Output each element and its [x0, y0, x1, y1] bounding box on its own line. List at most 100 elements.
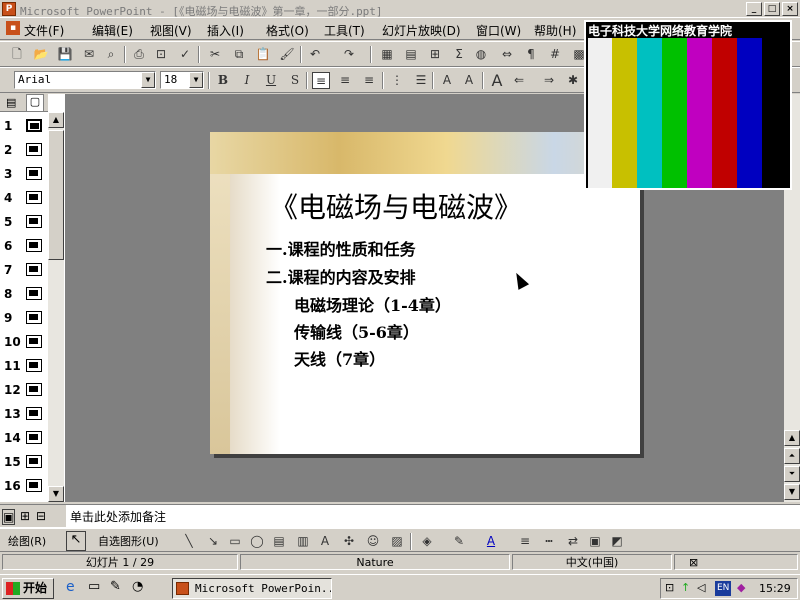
scroll-down-icon[interactable]: ▼ — [48, 486, 64, 502]
oval-icon[interactable]: ◯ — [248, 533, 266, 550]
menu-format[interactable]: 格式(O) — [266, 22, 309, 39]
bullets-icon[interactable]: ☰ — [412, 72, 430, 89]
menu-insert[interactable]: 插入(I) — [207, 22, 244, 39]
sub-bullet-item[interactable]: 传输线（5-6章） — [294, 319, 419, 343]
menu-window[interactable]: 窗口(W) — [476, 22, 521, 39]
slide-thumb-16[interactable]: 16 — [0, 474, 48, 498]
menu-slideshow[interactable]: 幻灯片放映(D) — [382, 22, 461, 39]
table-icon[interactable]: ▤ — [402, 46, 420, 63]
menu-file[interactable]: 文件(F) — [24, 22, 64, 39]
show-formatting-icon[interactable]: ¶ — [522, 46, 540, 63]
menu-view[interactable]: 视图(V) — [150, 22, 192, 39]
diagram-icon[interactable]: ✣ — [340, 533, 358, 550]
spelling-icon[interactable]: ✓ — [176, 46, 194, 63]
slide-thumb-3[interactable]: 3 — [0, 162, 48, 186]
arrow-icon[interactable]: ↘ — [204, 533, 222, 550]
autoshapes-menu[interactable]: 自选图形(U) — [98, 533, 159, 549]
increase-font-icon[interactable]: A — [438, 72, 456, 89]
notes-pane[interactable]: ▣ ⊞ ⊟ 单击此处添加备注 — [0, 504, 800, 528]
dash-style-icon[interactable]: ┅ — [540, 533, 558, 550]
paste-icon[interactable]: 📋 — [254, 46, 272, 63]
wordart-icon[interactable]: A — [316, 533, 334, 550]
menu-edit[interactable]: 编辑(E) — [92, 22, 133, 39]
slide-thumb-4[interactable]: 4 — [0, 186, 48, 210]
maximize-button[interactable]: □ — [764, 2, 780, 16]
font-size-select[interactable]: 18 ▼ — [160, 71, 204, 89]
ime-icon[interactable]: ◆ — [737, 581, 745, 594]
slide-thumb-14[interactable]: 14 — [0, 426, 48, 450]
quick-launch-icon[interactable]: ✎ — [110, 579, 121, 594]
fill-color-icon[interactable]: ◈ — [418, 533, 436, 550]
expand-icon[interactable]: ⇔ — [498, 46, 516, 63]
shadow-button[interactable]: S — [286, 72, 304, 89]
scroll-down-icon[interactable]: ▼ — [784, 484, 800, 500]
scroll-thumb[interactable] — [48, 130, 64, 260]
font-color-icon[interactable]: A — [488, 72, 506, 89]
document-icon[interactable]: ▪ — [6, 21, 20, 35]
promote-icon[interactable]: ⇐ — [510, 72, 528, 89]
email-icon[interactable]: ✉ — [80, 46, 98, 63]
menu-help[interactable]: 帮助(H) — [534, 22, 576, 39]
bullet-item[interactable]: 二.课程的内容及安排 — [266, 264, 416, 288]
sum-icon[interactable]: Σ — [450, 46, 468, 63]
copy-icon[interactable]: ⧉ — [230, 46, 248, 63]
slide-thumb-9[interactable]: 9 — [0, 306, 48, 330]
underline-button[interactable]: U — [262, 72, 280, 89]
outline-scrollbar[interactable]: ▲ ▼ — [48, 112, 64, 502]
media-icon[interactable]: ◔ — [132, 579, 143, 594]
slide-thumb-7[interactable]: 7 — [0, 258, 48, 282]
demote-icon[interactable]: ⇒ — [540, 72, 558, 89]
line-icon[interactable]: ╲ — [180, 533, 198, 550]
notes-placeholder[interactable]: 单击此处添加备注 — [70, 508, 166, 525]
slide-thumb-5[interactable]: 5 — [0, 210, 48, 234]
slide-thumb-12[interactable]: 12 — [0, 378, 48, 402]
tables-borders-icon[interactable]: ⊞ — [426, 46, 444, 63]
cut-icon[interactable]: ✂ — [206, 46, 224, 63]
current-slide[interactable]: 《电磁场与电磁波》 一.课程的性质和任务 二.课程的内容及安排 电磁场理论（1-… — [210, 132, 640, 454]
decrease-font-icon[interactable]: A — [460, 72, 478, 89]
align-right-icon[interactable]: ≡ — [360, 72, 378, 89]
save-icon[interactable]: 💾 — [56, 46, 74, 63]
line-color-icon[interactable]: ✎ — [450, 533, 468, 550]
print-icon[interactable]: ⎙ — [130, 46, 148, 63]
web-icon[interactable]: ◍ — [472, 46, 490, 63]
show-desktop-icon[interactable]: ▭ — [88, 579, 100, 594]
network-icon[interactable]: ⊡ — [665, 581, 674, 594]
3d-style-icon[interactable]: ◩ — [608, 533, 626, 550]
slide-thumb-6[interactable]: 6 — [0, 234, 48, 258]
align-center-icon[interactable]: ≡ — [336, 72, 354, 89]
slide-thumb-8[interactable]: 8 — [0, 282, 48, 306]
powerpoint-icon[interactable]: P — [2, 2, 16, 16]
preview-icon[interactable]: ⊡ — [152, 46, 170, 63]
volume-icon[interactable]: ◁ — [697, 581, 705, 594]
slide-thumb-13[interactable]: 13 — [0, 402, 48, 426]
picture-icon[interactable]: ▨ — [388, 533, 406, 550]
slide-title[interactable]: 《电磁场与电磁波》 — [270, 186, 640, 226]
animation-icon[interactable]: ✱ — [564, 72, 582, 89]
slideshow-view-icon[interactable]: ⊟ — [36, 509, 46, 523]
slides-tab-icon[interactable]: ▢ — [26, 94, 44, 111]
chart-icon[interactable]: ▦ — [378, 46, 396, 63]
open-icon[interactable]: 📂 — [32, 46, 50, 63]
line-style-icon[interactable]: ≡ — [516, 533, 534, 550]
start-button[interactable]: 开始 — [2, 578, 54, 599]
select-cursor-icon[interactable]: ↖ — [66, 531, 86, 551]
vertical-textbox-icon[interactable]: ▥ — [294, 533, 312, 550]
font-color-icon[interactable]: A — [482, 533, 500, 550]
menu-tools[interactable]: 工具(T) — [324, 22, 365, 39]
bullet-item[interactable]: 一.课程的性质和任务 — [266, 236, 416, 260]
language-badge[interactable]: EN — [715, 581, 732, 596]
taskbar-powerpoint[interactable]: Microsoft PowerPoin... — [172, 578, 332, 599]
sub-bullet-item[interactable]: 电磁场理论（1-4章） — [294, 292, 451, 316]
new-icon[interactable]: 🗋 — [8, 46, 26, 63]
slide-thumb-2[interactable]: 2 — [0, 138, 48, 162]
font-select[interactable]: Arial ▼ — [14, 71, 156, 89]
slide-thumb-15[interactable]: 15 — [0, 450, 48, 474]
undo-icon[interactable]: ↶ — [306, 46, 324, 63]
normal-view-icon[interactable]: ▣ — [2, 509, 16, 525]
redo-icon[interactable]: ↷ — [340, 46, 358, 63]
chevron-down-icon[interactable]: ▼ — [141, 72, 155, 88]
close-button[interactable]: × — [782, 2, 798, 16]
textbox-icon[interactable]: ▤ — [270, 533, 288, 550]
rectangle-icon[interactable]: ▭ — [226, 533, 244, 550]
